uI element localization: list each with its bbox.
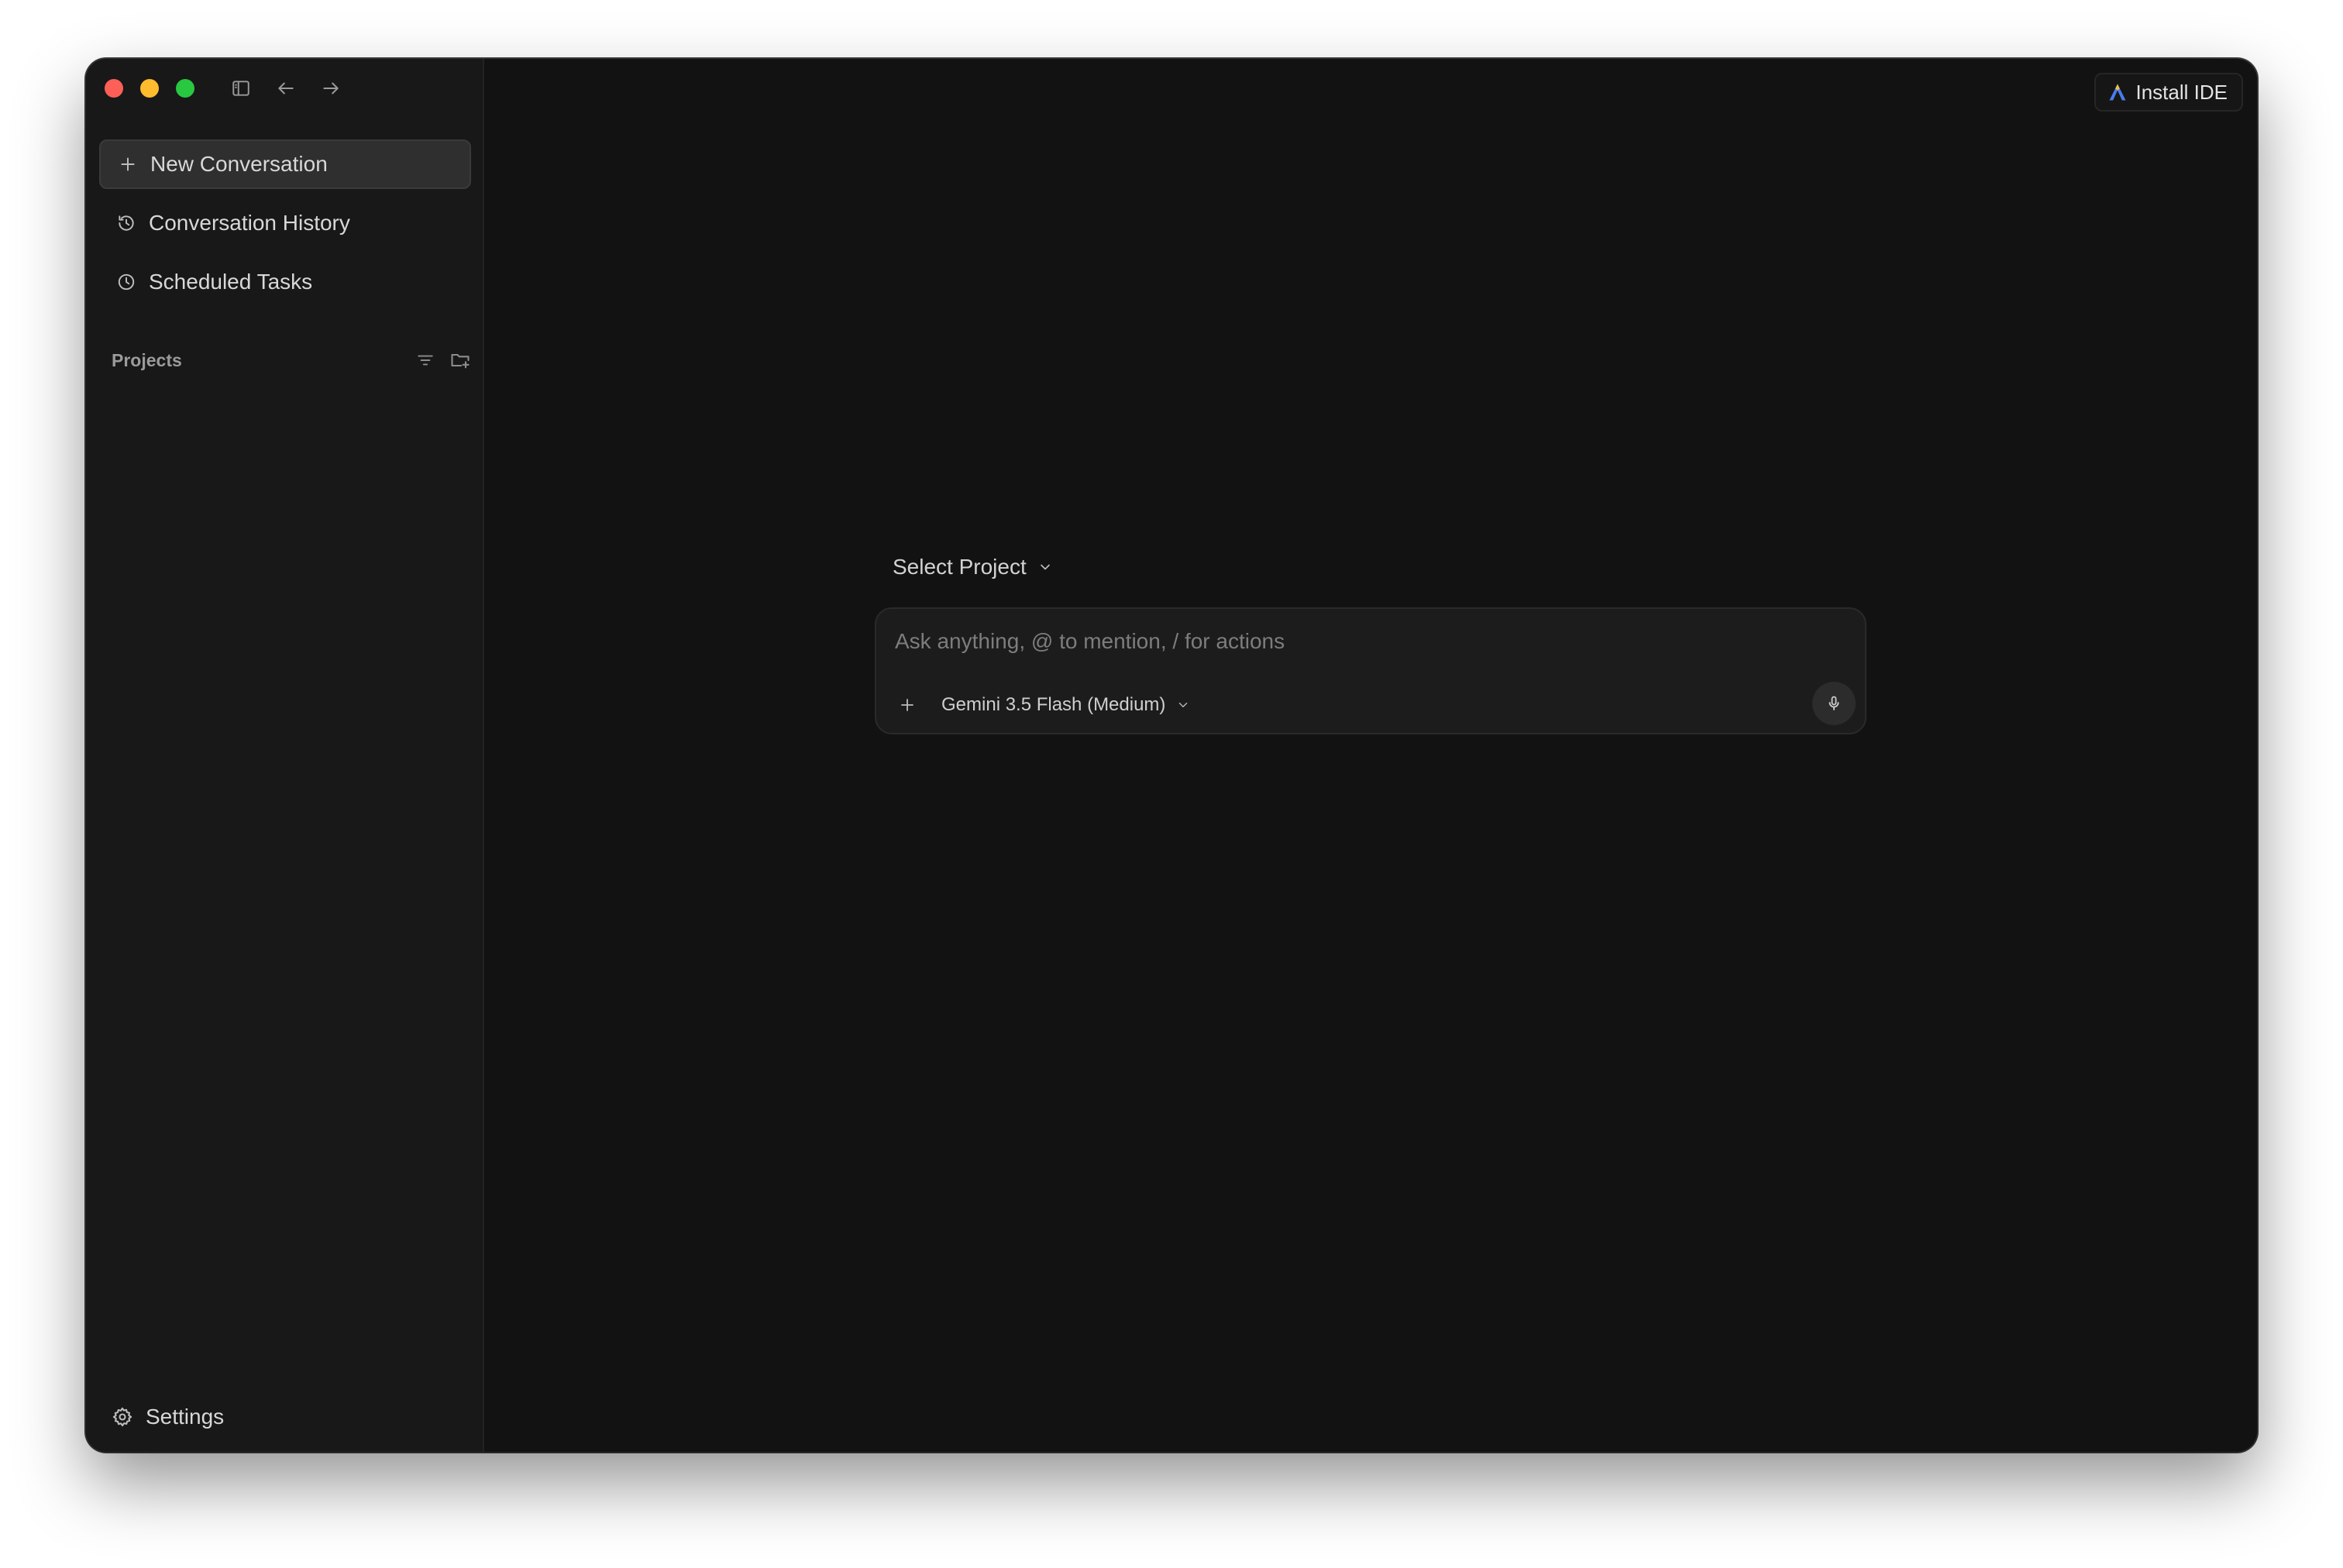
antigravity-logo-icon (2109, 84, 2125, 101)
model-selector-dropdown[interactable]: Gemini 3.5 Flash (Medium) (941, 691, 1190, 719)
model-label: Gemini 3.5 Flash (Medium) (941, 694, 1166, 715)
clock-icon (118, 273, 135, 291)
history-icon (119, 215, 134, 231)
back-arrow-icon[interactable] (274, 76, 298, 101)
sidebar-item-label: Conversation History (149, 211, 350, 235)
new-folder-icon[interactable] (449, 349, 471, 371)
plus-icon (901, 699, 913, 711)
select-project-label: Select Project (893, 555, 1027, 579)
microphone-icon (1829, 696, 1839, 710)
window-controls (105, 79, 194, 98)
chat-composer: Gemini 3.5 Flash (Medium) (875, 607, 1866, 734)
sidebar-item-label: Scheduled Tasks (149, 270, 313, 294)
app-window: New Conversation Conversation History Sc… (86, 59, 2257, 1452)
minimize-window-button[interactable] (140, 79, 159, 98)
titlebar-toolbar (229, 76, 343, 101)
add-attachment-button[interactable] (893, 691, 921, 719)
prompt-input[interactable] (895, 629, 1809, 654)
sidebar-item-new-conversation[interactable]: New Conversation (99, 139, 471, 189)
chevron-down-icon (1179, 703, 1188, 707)
install-ide-button[interactable]: Install IDE (2094, 73, 2243, 112)
chevron-down-icon (1040, 564, 1050, 570)
plus-icon (121, 157, 135, 171)
sidebar-item-label: New Conversation (150, 152, 328, 176)
sidebar-item-scheduled-tasks[interactable]: Scheduled Tasks (99, 257, 471, 307)
voice-input-button[interactable] (1812, 682, 1856, 725)
gear-icon (112, 1407, 132, 1427)
select-project-dropdown[interactable]: Select Project (893, 555, 1053, 579)
forward-arrow-icon[interactable] (318, 76, 343, 101)
sidebar-item-conversation-history[interactable]: Conversation History (99, 198, 471, 248)
projects-section-header: Projects (112, 349, 471, 371)
filter-icon[interactable] (415, 350, 435, 370)
projects-actions (415, 349, 471, 371)
maximize-window-button[interactable] (176, 79, 194, 98)
settings-label: Settings (146, 1405, 225, 1429)
projects-label: Projects (112, 349, 182, 370)
install-ide-label: Install IDE (2135, 80, 2228, 104)
settings-button[interactable]: Settings (112, 1398, 224, 1436)
sidebar: New Conversation Conversation History Sc… (86, 59, 484, 1452)
sidebar-toggle-icon[interactable] (229, 76, 253, 101)
close-window-button[interactable] (105, 79, 123, 98)
